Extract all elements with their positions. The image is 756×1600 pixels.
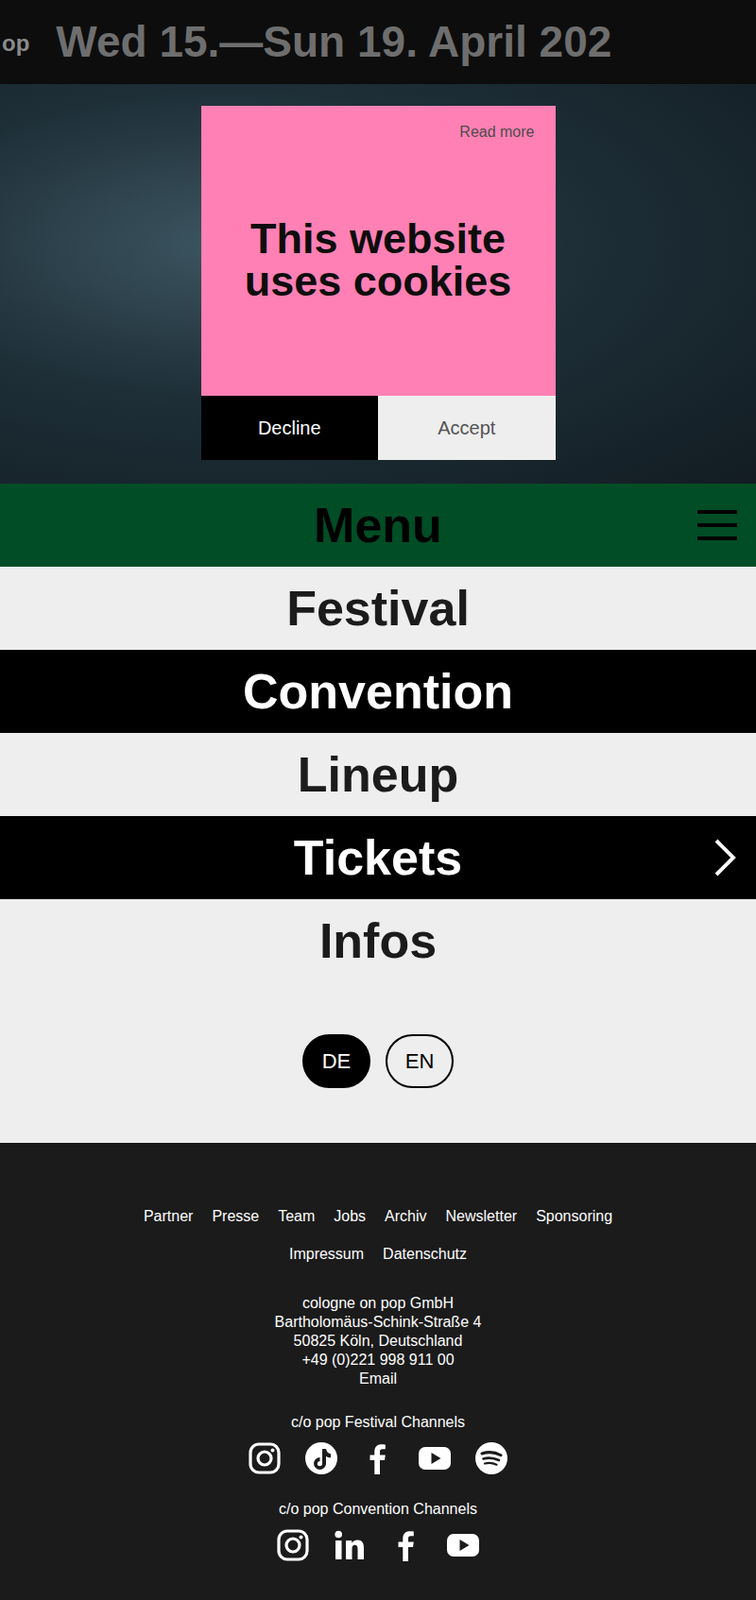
read-more-link[interactable]: Read more (222, 120, 535, 144)
social-link[interactable] (247, 1442, 282, 1477)
facebook-icon[interactable] (389, 1529, 424, 1564)
menu-title[interactable]: Menu (313, 500, 443, 550)
social-link[interactable] (446, 1529, 481, 1564)
address-line: Bartholomäus-Schink-Straße 4 (274, 1313, 482, 1333)
footer-link[interactable]: Presse (211, 1205, 259, 1229)
menu-bar: Menu (0, 483, 756, 567)
company-address: cologne on pop GmbHBartholomäus-Schink-S… (274, 1294, 482, 1390)
decline-button[interactable]: Decline (201, 395, 379, 461)
instagram-icon[interactable] (247, 1442, 282, 1477)
spotify-icon[interactable] (474, 1442, 509, 1477)
ticker-text: Wed 15.—Sun 19. April 202 (55, 9, 612, 75)
channels-title: c/o pop Festival Channels (291, 1411, 465, 1435)
language-switcher: DE EN (0, 982, 756, 1144)
email-link[interactable]: Email (359, 1370, 397, 1390)
footer-link[interactable]: Partner (143, 1205, 193, 1229)
youtube-icon[interactable] (417, 1442, 452, 1477)
social-link[interactable] (304, 1442, 339, 1477)
menu-item-label[interactable]: Convention (242, 667, 514, 717)
linkedin-icon[interactable] (332, 1529, 367, 1564)
menu-item[interactable]: Festival (0, 567, 756, 651)
language-button[interactable]: EN (385, 1034, 454, 1089)
menu-item[interactable]: Tickets (0, 816, 756, 900)
social-link[interactable] (474, 1442, 509, 1477)
menu-item[interactable]: Convention (0, 650, 756, 734)
social-link[interactable] (332, 1529, 367, 1564)
social-link[interactable] (275, 1529, 310, 1564)
language-button[interactable]: DE (302, 1034, 371, 1089)
menu-item[interactable]: Lineup (0, 733, 756, 817)
date-ticker: op Wed 15.—Sun 19. April 202 (0, 0, 756, 85)
address-line: 50825 Köln, Deutschland (293, 1332, 464, 1352)
menu-item-label[interactable]: Lineup (297, 750, 459, 800)
instagram-icon[interactable] (275, 1529, 310, 1564)
legal-links: Impressum Datenschutz (279, 1243, 477, 1267)
address-line: cologne on pop GmbH (302, 1294, 454, 1314)
footer: Partner Presse Team Jobs Archiv Newsletter Spo… (0, 1143, 756, 1600)
ticker-text: op (0, 26, 30, 61)
channels-title: c/o pop Convention Channels (278, 1498, 478, 1522)
footer-link[interactable]: Newsletter (446, 1205, 518, 1229)
social-links (247, 1442, 509, 1477)
social-link[interactable] (360, 1442, 396, 1477)
social-links (275, 1529, 481, 1564)
menu-item[interactable]: Infos (0, 899, 756, 983)
footer-link[interactable]: Sponsoring (535, 1205, 613, 1229)
cookie-message: Read more This website uses cookies (201, 105, 556, 396)
tiktok-icon[interactable] (304, 1442, 339, 1477)
cookie-title-area: This website uses cookies (222, 143, 535, 376)
menu-item-label[interactable]: Tickets (293, 833, 463, 883)
footer-links: Partner Presse Team Jobs Archiv Newsletter Spo… (134, 1205, 622, 1229)
main-menu: Festival Convention Lineup Tickets Infos (0, 567, 756, 983)
social-link[interactable] (417, 1442, 452, 1477)
hero-image: Read more This website uses cookies Declin… (0, 84, 756, 484)
footer-link[interactable]: Team (277, 1205, 315, 1229)
menu-item-label[interactable]: Festival (286, 584, 470, 634)
cookie-buttons: DeclineAccept (201, 395, 556, 461)
footer-link[interactable]: Jobs (333, 1205, 366, 1229)
accept-button[interactable]: Accept (378, 395, 556, 461)
cookie-title: This website uses cookies (222, 217, 535, 303)
legal-link[interactable]: Impressum (289, 1243, 364, 1267)
hamburger-icon[interactable] (697, 508, 738, 543)
menu-item-label[interactable]: Infos (319, 916, 437, 966)
chevron-right-icon[interactable] (712, 838, 738, 878)
address-line: +49 (0)221 998 911 00 (301, 1351, 454, 1371)
legal-link[interactable]: Datenschutz (382, 1243, 467, 1267)
footer-link[interactable]: Archiv (384, 1205, 427, 1229)
facebook-icon[interactable] (360, 1442, 396, 1477)
social-link[interactable] (389, 1529, 424, 1564)
cookie-banner: Read more This website uses cookies Declin… (201, 105, 556, 461)
youtube-icon[interactable] (446, 1529, 481, 1564)
